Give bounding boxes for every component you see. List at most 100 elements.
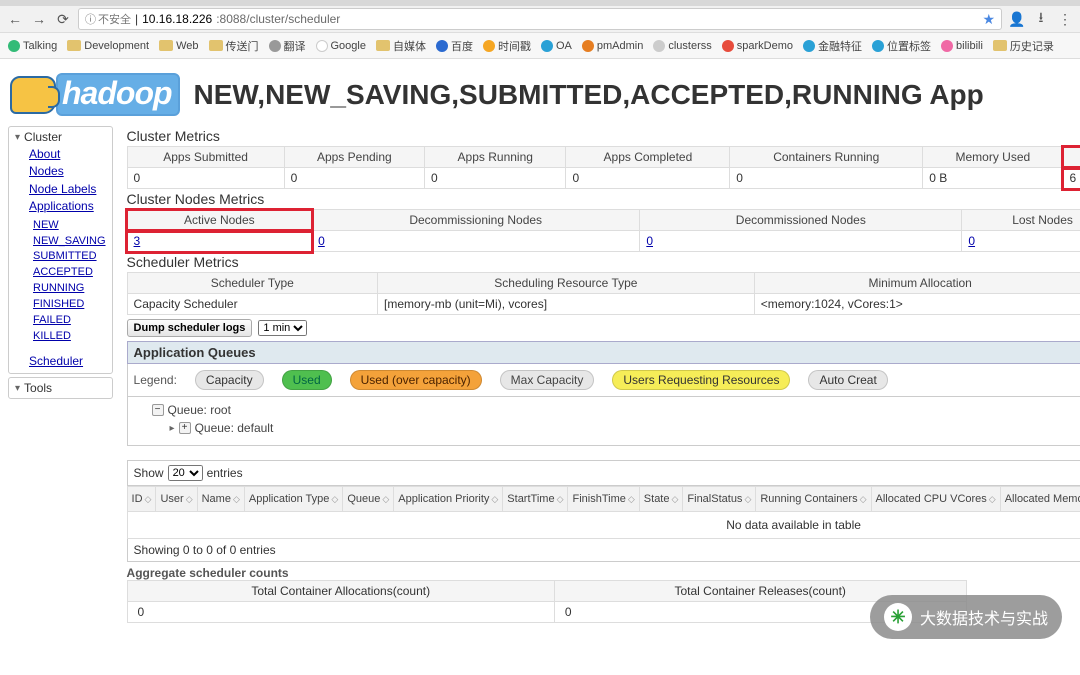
- sort-icon[interactable]: ◇: [382, 494, 389, 504]
- bookmark-item[interactable]: OA: [541, 40, 572, 52]
- entries-count-select[interactable]: 20: [168, 465, 203, 481]
- apps-col-header[interactable]: StartTime◇: [503, 487, 568, 512]
- link-value[interactable]: 3: [134, 234, 141, 248]
- dump-period-select[interactable]: 1 min: [258, 320, 307, 336]
- apps-col-header[interactable]: FinishTime◇: [568, 487, 639, 512]
- sidebar-cluster-section: Cluster AboutNodesNode LabelsApplication…: [8, 126, 113, 374]
- sidebar-link-node-labels[interactable]: Node Labels: [29, 181, 106, 198]
- sort-icon[interactable]: ◇: [331, 494, 338, 504]
- sort-icon[interactable]: ◇: [491, 494, 498, 504]
- apps-col-header[interactable]: Running Containers◇: [756, 487, 871, 512]
- apps-col-header[interactable]: Application Priority◇: [394, 487, 503, 512]
- sort-icon[interactable]: ◇: [989, 494, 996, 504]
- sort-icon[interactable]: ◇: [744, 494, 751, 504]
- main-content: Cluster Metrics Apps SubmittedApps Pendi…: [121, 122, 1080, 633]
- site-icon: [722, 40, 734, 52]
- bookmark-item[interactable]: 时间戳: [483, 38, 531, 54]
- sidebar-tools-section: Tools: [8, 377, 113, 399]
- queue-tree: − Queue: root ▸ + Queue: default: [127, 397, 1080, 446]
- nav-forward-icon[interactable]: →: [30, 10, 48, 28]
- sort-icon[interactable]: ◇: [186, 494, 193, 504]
- sidebar-appstate-running[interactable]: RUNNING: [33, 281, 106, 297]
- bookmark-item[interactable]: 自媒体: [376, 38, 426, 54]
- col-header: Memory Used: [923, 147, 1063, 168]
- sort-icon[interactable]: ◇: [145, 494, 152, 504]
- apps-col-header[interactable]: Name◇: [197, 487, 244, 512]
- apps-col-header[interactable]: Allocated Memory MB◇: [1000, 487, 1080, 512]
- apps-col-header[interactable]: State◇: [639, 487, 683, 512]
- cell-value: 6 GB: [1063, 168, 1080, 189]
- apps-col-header[interactable]: Application Type◇: [244, 487, 342, 512]
- bookmark-item[interactable]: Google: [316, 40, 366, 52]
- bookmark-item[interactable]: 翻译: [269, 38, 306, 54]
- bookmark-item[interactable]: sparkDemo: [722, 40, 793, 52]
- sort-icon[interactable]: ◇: [233, 494, 240, 504]
- bookmark-item[interactable]: Development: [67, 40, 149, 52]
- sidebar-appstate-submitted[interactable]: SUBMITTED: [33, 249, 106, 265]
- profile-icon[interactable]: 👤: [1008, 11, 1026, 28]
- bookmark-item[interactable]: pmAdmin: [582, 40, 643, 52]
- cell-value: 3: [127, 231, 312, 252]
- legend-used-over: Used (over capacity): [350, 370, 482, 390]
- apps-col-header[interactable]: User◇: [156, 487, 197, 512]
- link-value[interactable]: 0: [646, 234, 653, 248]
- sort-icon[interactable]: ◇: [860, 494, 867, 504]
- legend-label: Legend:: [134, 373, 177, 387]
- overlay-text: 大数据技术与实战: [920, 605, 1048, 629]
- queue-default-row[interactable]: ▸ + Queue: default: [134, 419, 1080, 437]
- cell-value: 0: [312, 231, 640, 252]
- bookmark-item[interactable]: 金融特征: [803, 38, 862, 54]
- sidebar-link-nodes[interactable]: Nodes: [29, 163, 106, 180]
- aggregate-title: Aggregate scheduler counts: [127, 566, 1080, 580]
- sidebar-link-about[interactable]: About: [29, 146, 106, 163]
- sidebar-link-applications[interactable]: Applications: [29, 198, 106, 215]
- link-value[interactable]: 0: [968, 234, 975, 248]
- queue-root-row[interactable]: − Queue: root: [134, 401, 1080, 419]
- col-header: Minimum Allocation: [754, 273, 1080, 294]
- sidebar-appstate-new[interactable]: NEW: [33, 218, 106, 234]
- apps-col-header[interactable]: FinalStatus◇: [683, 487, 756, 512]
- sidebar-cluster-title[interactable]: Cluster: [15, 130, 106, 144]
- bookmark-label: 自媒体: [393, 38, 426, 54]
- bookmark-item[interactable]: Talking: [8, 40, 57, 52]
- bookmark-item[interactable]: 传送门: [209, 38, 259, 54]
- application-queues-header: Application Queues: [127, 341, 1080, 364]
- sidebar-appstate-failed[interactable]: FAILED: [33, 313, 106, 329]
- col-header: Decommissioning Nodes: [312, 210, 640, 231]
- bookmark-item[interactable]: Web: [159, 40, 198, 52]
- expand-icon[interactable]: +: [179, 422, 191, 434]
- site-icon: [872, 40, 884, 52]
- menu-icon[interactable]: ⋮: [1056, 11, 1074, 28]
- bookmark-item[interactable]: bilibili: [941, 40, 983, 52]
- sidebar-link-scheduler[interactable]: Scheduler: [29, 353, 106, 370]
- dump-scheduler-logs-button[interactable]: Dump scheduler logs: [127, 319, 253, 337]
- sidebar-appstate-accepted[interactable]: ACCEPTED: [33, 265, 106, 281]
- hadoop-wordmark: hadoop: [56, 73, 180, 116]
- folder-icon: [993, 40, 1007, 51]
- nav-back-icon[interactable]: ←: [6, 10, 24, 28]
- sidebar-appstate-new_saving[interactable]: NEW_SAVING: [33, 234, 106, 250]
- download-icon[interactable]: ⭳: [1032, 7, 1050, 31]
- bookmark-label: 时间戳: [498, 38, 531, 54]
- nav-reload-icon[interactable]: ⟳: [54, 10, 72, 28]
- collapse-icon[interactable]: −: [152, 404, 164, 416]
- link-value[interactable]: 0: [318, 234, 325, 248]
- sidebar-appstate-killed[interactable]: KILLED: [33, 329, 106, 345]
- cell-value: <memory:1024, vCores:1>: [754, 294, 1080, 315]
- legend-used: Used: [282, 370, 332, 390]
- sort-icon[interactable]: ◇: [671, 494, 678, 504]
- bookmark-item[interactable]: 百度: [436, 38, 473, 54]
- bookmark-label: 金融特征: [818, 38, 862, 54]
- apps-col-header[interactable]: Allocated CPU VCores◇: [871, 487, 1000, 512]
- sort-icon[interactable]: ◇: [628, 494, 635, 504]
- bookmark-item[interactable]: clusterss: [653, 40, 711, 52]
- sidebar-appstate-finished[interactable]: FINISHED: [33, 297, 106, 313]
- apps-col-header[interactable]: Queue◇: [343, 487, 394, 512]
- sidebar-tools-title[interactable]: Tools: [15, 381, 106, 395]
- sort-icon[interactable]: ◇: [557, 494, 564, 504]
- address-bar[interactable]: ⓘ 不安全 | 10.16.18.226:8088/cluster/schedu…: [78, 8, 1002, 30]
- bookmark-star-icon[interactable]: ★: [982, 11, 995, 28]
- apps-col-header[interactable]: ID◇: [127, 487, 156, 512]
- bookmark-item[interactable]: 历史记录: [993, 38, 1054, 54]
- bookmark-item[interactable]: 位置标签: [872, 38, 931, 54]
